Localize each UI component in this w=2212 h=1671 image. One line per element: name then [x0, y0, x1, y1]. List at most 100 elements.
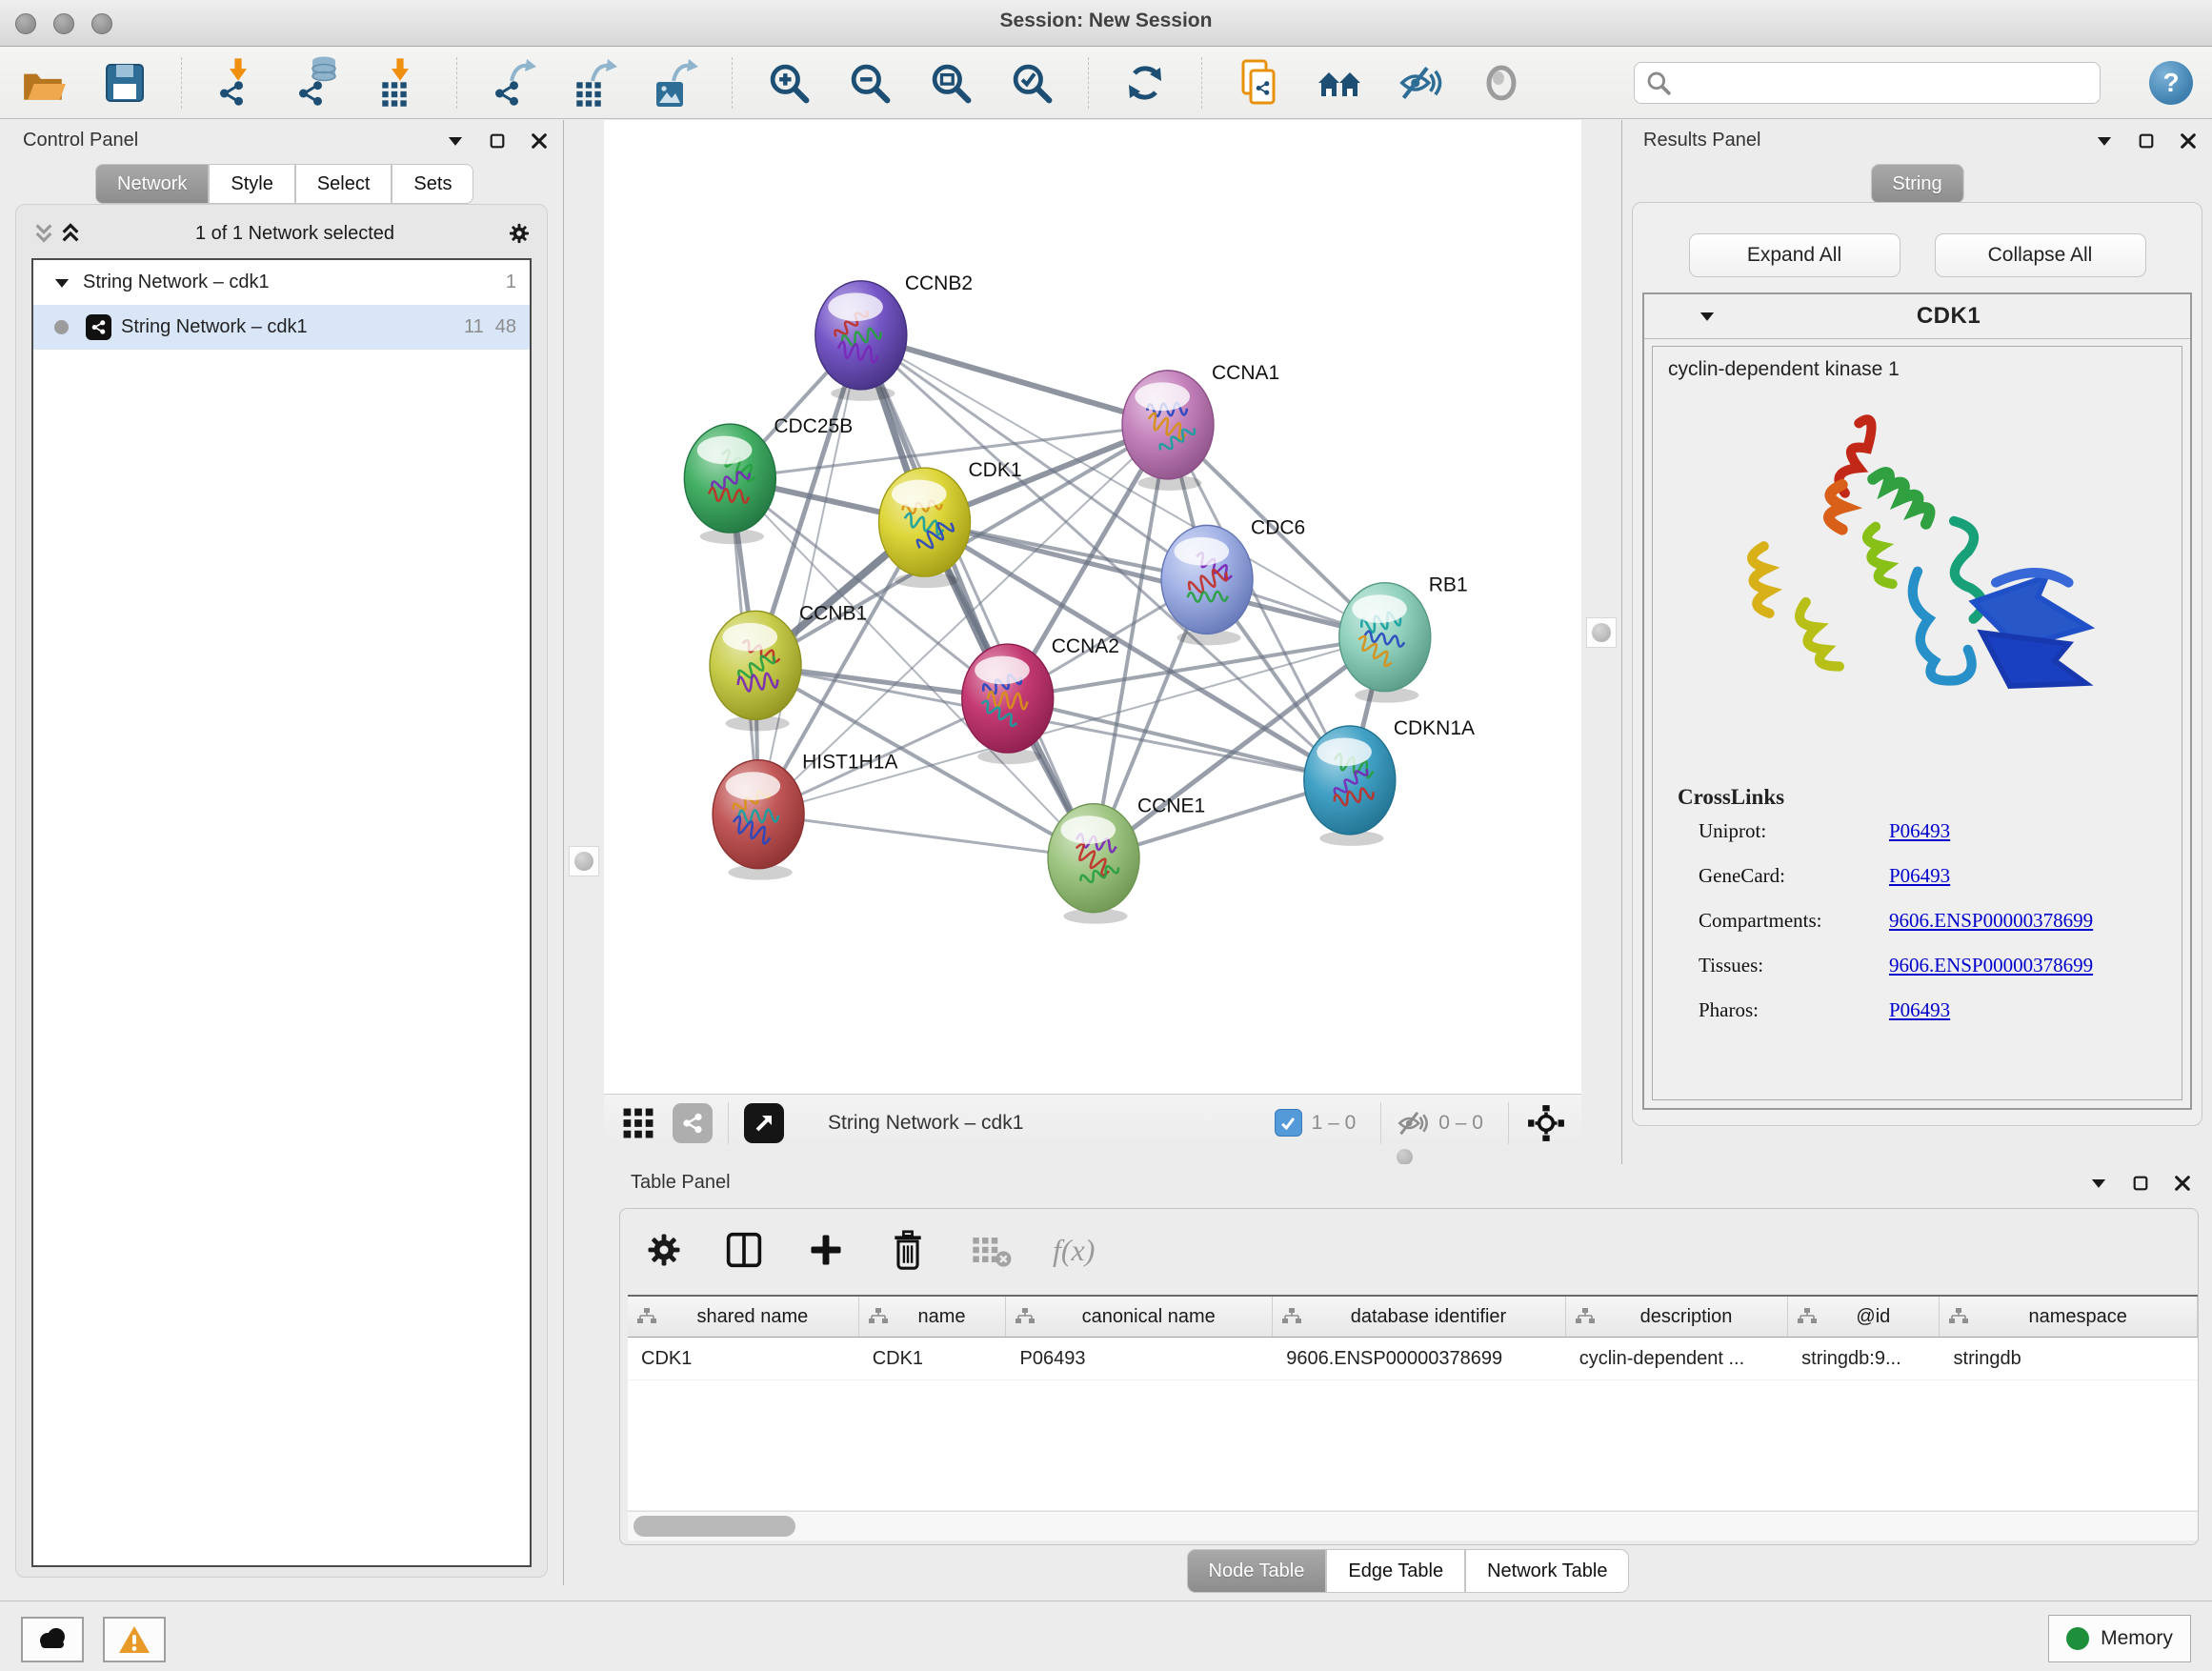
panel-close-button[interactable]: [529, 131, 550, 151]
table-cell[interactable]: cyclin-dependent ...: [1566, 1338, 1788, 1379]
crosslink-link[interactable]: P06493: [1889, 998, 1950, 1022]
network-node-CDC25B[interactable]: [684, 424, 775, 544]
panel-float-button[interactable]: [487, 131, 508, 151]
table-cell[interactable]: stringdb:9...: [1788, 1338, 1940, 1379]
detach-view-button[interactable]: [744, 1103, 784, 1143]
network-edge-CCNB2-CCNE1[interactable]: [861, 335, 1094, 858]
network-edge-HIST1H1A-CCNE1[interactable]: [758, 815, 1094, 858]
table-cell[interactable]: CDK1: [859, 1338, 1007, 1379]
column-header-shared-name[interactable]: shared name: [628, 1297, 859, 1337]
panel-float-button[interactable]: [2130, 1173, 2151, 1194]
fit-selected-button[interactable]: [1524, 1101, 1568, 1145]
export-network-button[interactable]: [489, 56, 538, 110]
help-button[interactable]: ?: [2149, 61, 2193, 105]
table-cell[interactable]: 9606.ENSP00000378699: [1273, 1338, 1565, 1379]
string-style-button[interactable]: [673, 1103, 713, 1143]
table-options-button[interactable]: [645, 1231, 683, 1269]
crosslink-link[interactable]: P06493: [1889, 819, 1950, 843]
network-view-canvas[interactable]: CCNB2CCNA1CDC25BCDK1CDC6RB1CCNB1CCNA2CDK…: [604, 120, 1581, 1094]
right-splitter[interactable]: [1581, 120, 1621, 1151]
crosslink-link[interactable]: 9606.ENSP00000378699: [1889, 909, 2093, 933]
table-cell[interactable]: CDK1: [628, 1338, 859, 1379]
save-session-button[interactable]: [100, 56, 150, 110]
network-graph[interactable]: CCNB2CCNA1CDC25BCDK1CDC6RB1CCNB1CCNA2CDK…: [604, 120, 1581, 1094]
table-cell[interactable]: P06493: [1006, 1338, 1273, 1379]
tab-edge-table[interactable]: Edge Table: [1326, 1549, 1465, 1593]
tab-select[interactable]: Select: [295, 164, 392, 204]
expand-all-button[interactable]: Expand All: [1689, 233, 1900, 277]
collapse-all-button[interactable]: Collapse All: [1935, 233, 2146, 277]
network-node-HIST1H1A[interactable]: [713, 760, 804, 880]
panel-menu-button[interactable]: [2088, 1173, 2109, 1194]
panel-close-button[interactable]: [2178, 131, 2199, 151]
zoom-fit-button[interactable]: [926, 56, 975, 110]
tab-network[interactable]: Network: [95, 164, 209, 204]
warnings-button[interactable]: [103, 1617, 166, 1662]
tab-style[interactable]: Style: [209, 164, 294, 204]
crosslink-link[interactable]: 9606.ENSP00000378699: [1889, 954, 2093, 977]
export-image-button[interactable]: [651, 56, 700, 110]
table-horizontal-scrollbar[interactable]: [628, 1511, 2198, 1540]
column-header-name[interactable]: name: [859, 1297, 1007, 1337]
refresh-button[interactable]: [1120, 56, 1170, 110]
network-options-button[interactable]: [509, 223, 530, 244]
zoom-in-button[interactable]: [764, 56, 814, 110]
tab-node-table[interactable]: Node Table: [1187, 1549, 1327, 1593]
column-header-namespace[interactable]: namespace: [1940, 1297, 2198, 1337]
panel-menu-button[interactable]: [2094, 131, 2115, 151]
import-table-button[interactable]: [375, 56, 425, 110]
column-header-description[interactable]: description: [1566, 1297, 1788, 1337]
column-header-database-identifier[interactable]: database identifier: [1273, 1297, 1566, 1337]
export-table-button[interactable]: [570, 56, 619, 110]
create-column-button[interactable]: [805, 1229, 847, 1271]
panel-close-button[interactable]: [2172, 1173, 2193, 1194]
network-node-CCNB2[interactable]: [815, 281, 907, 401]
network-collection-row[interactable]: String Network – cdk1 1: [33, 260, 530, 305]
column-header-canonical-name[interactable]: canonical name: [1006, 1297, 1273, 1337]
zoom-selected-button[interactable]: [1007, 56, 1056, 110]
network-node-CCNB1[interactable]: [710, 611, 801, 731]
horizontal-splitter[interactable]: [604, 1151, 1581, 1164]
search-input[interactable]: [1671, 70, 2088, 94]
search-box[interactable]: [1634, 62, 2101, 104]
birds-eye-view-button[interactable]: [617, 1102, 659, 1144]
network-row[interactable]: String Network – cdk1 11 48: [33, 305, 530, 350]
network-node-CDKN1A[interactable]: [1304, 726, 1396, 846]
selected-indicator-checkbox[interactable]: [1275, 1109, 1302, 1137]
tab-sets[interactable]: Sets: [392, 164, 473, 204]
network-node-CCNE1[interactable]: [1048, 804, 1139, 924]
cloud-status-button[interactable]: [21, 1617, 84, 1662]
table-row[interactable]: CDK1CDK1P064939606.ENSP00000378699cyclin…: [628, 1338, 2198, 1380]
panel-menu-button[interactable]: [445, 131, 466, 151]
tab-network-table[interactable]: Network Table: [1465, 1549, 1629, 1593]
splitter-handle-icon[interactable]: [1592, 623, 1611, 642]
splitter-handle-icon[interactable]: [574, 852, 593, 871]
show-columns-button[interactable]: [723, 1229, 765, 1271]
delete-column-button[interactable]: [887, 1229, 929, 1271]
collapse-triangle-icon[interactable]: [1699, 311, 1715, 322]
splitter-handle-icon[interactable]: [1397, 1149, 1413, 1165]
column-header-@id[interactable]: @id: [1788, 1297, 1940, 1337]
table-cell[interactable]: stringdb: [1941, 1338, 2198, 1379]
network-edge-CCNB2-HIST1H1A[interactable]: [758, 335, 861, 815]
network-edge-CCNB2-CCNA1[interactable]: [861, 335, 1168, 425]
scrollbar-thumb[interactable]: [633, 1516, 795, 1537]
network-node-CCNA1[interactable]: [1122, 371, 1214, 491]
expander-triangle-icon[interactable]: [54, 277, 70, 289]
collapse-all-networks-button[interactable]: [33, 223, 54, 244]
import-network-from-database-button[interactable]: [294, 56, 344, 110]
clone-network-button[interactable]: [1234, 56, 1283, 110]
tab-string[interactable]: String: [1870, 164, 1963, 204]
memory-button[interactable]: Memory: [2048, 1615, 2191, 1662]
open-session-button[interactable]: [19, 56, 69, 110]
crosslink-link[interactable]: P06493: [1889, 864, 1950, 888]
show-all-networks-button[interactable]: [1315, 56, 1364, 110]
left-splitter[interactable]: [564, 120, 604, 1585]
import-network-button[interactable]: [213, 56, 263, 110]
zoom-out-button[interactable]: [845, 56, 895, 110]
hide-graphics-details-button[interactable]: [1396, 56, 1445, 110]
panel-float-button[interactable]: [2136, 131, 2157, 151]
expand-all-networks-button[interactable]: [60, 223, 81, 244]
network-edge-CDK1-RB1[interactable]: [925, 522, 1385, 637]
network-node-RB1[interactable]: [1339, 583, 1431, 703]
